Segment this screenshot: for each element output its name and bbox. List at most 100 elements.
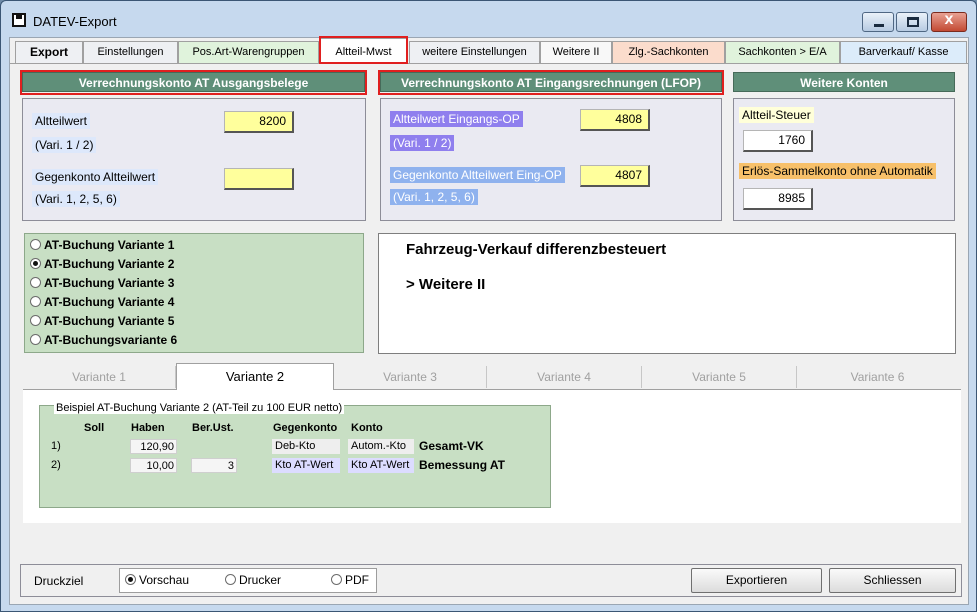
- col-gegenkonto: Gegenkonto: [273, 422, 338, 434]
- example-title: Beispiel AT-Buchung Variante 2 (AT-Teil …: [54, 402, 345, 414]
- tab-zlg-sachkonten[interactable]: Zlg.-Sachkonten: [612, 41, 725, 63]
- section-header-weitere: Weitere Konten: [733, 72, 955, 92]
- radio-circle[interactable]: [225, 574, 236, 585]
- radio-variante-1[interactable]: AT-Buchung Variante 1: [30, 238, 174, 256]
- radio-variante-5[interactable]: AT-Buchung Variante 5: [30, 314, 174, 332]
- label-gegenkonto-eing-op: Gegenkonto Altteilwert Eing-OP: [390, 167, 565, 183]
- panel-eingang: Altteilwert Eingangs-OP 4808 (Vari. 1 / …: [380, 98, 722, 221]
- radio-pdf[interactable]: PDF: [331, 573, 369, 591]
- vtab-variante-5[interactable]: Variante 5: [642, 366, 797, 388]
- radio-label: Drucker: [239, 573, 282, 587]
- row-2-note: Bemessung AT: [419, 458, 506, 472]
- maximize-button[interactable]: [896, 12, 928, 32]
- example-booking-panel: Beispiel AT-Buchung Variante 2 (AT-Teil …: [39, 402, 551, 508]
- client-area: Export Einstellungen Pos.Art-Warengruppe…: [9, 36, 969, 605]
- radio-circle[interactable]: [30, 296, 41, 307]
- radio-label: AT-Buchung Variante 1: [44, 238, 175, 252]
- tab-pos-art-warengruppen[interactable]: Pos.Art-Warengruppen: [178, 41, 319, 63]
- label-altteilwert-eingangs-op: Altteilwert Eingangs-OP: [390, 111, 523, 127]
- radio-circle[interactable]: [30, 334, 41, 345]
- erloes-sammelkonto-input[interactable]: 8985: [743, 188, 813, 210]
- bottom-bar: Druckziel Vorschau Drucker PDF Exportier…: [20, 564, 962, 597]
- row-1-haben: 120,90: [130, 439, 177, 454]
- radio-variante-6[interactable]: AT-Buchungsvariante 6: [30, 333, 177, 351]
- label-gegenkonto-altteilwert: Gegenkonto Altteilwert: [32, 169, 159, 185]
- maximize-icon: [907, 17, 919, 27]
- col-soll: Soll: [84, 422, 105, 434]
- row-2-gegenkonto: Kto AT-Wert: [272, 458, 340, 473]
- radio-label: AT-Buchung Variante 5: [44, 314, 175, 328]
- altteilwert-input[interactable]: 8200: [224, 111, 294, 133]
- tab-sachkonten-ea[interactable]: Sachkonten > E/A: [725, 41, 840, 63]
- radio-circle[interactable]: [30, 315, 41, 326]
- variant-tab-strip: Variante 1 Variante 2 Variante 3 Variant…: [23, 363, 961, 390]
- radio-circle-checked[interactable]: [125, 574, 136, 585]
- col-ber-ust: Ber.Ust.: [192, 422, 234, 434]
- tab-barverkauf-kasse[interactable]: Barverkauf/ Kasse: [840, 41, 967, 63]
- panel-weitere-konten: Altteil-Steuer 1760 Erlös-Sammelkonto oh…: [733, 98, 955, 221]
- row-1-num: 1): [51, 440, 61, 452]
- radio-label: PDF: [345, 573, 369, 587]
- highlight-frame-eingang: [378, 70, 724, 95]
- app-window: DATEV-Export x Export Einstellungen Pos.…: [0, 0, 977, 612]
- row-1-konto: Autom.-Kto: [348, 439, 414, 454]
- radio-circle[interactable]: [331, 574, 342, 585]
- altteil-steuer-input[interactable]: 1760: [743, 130, 813, 152]
- panel-ausgang: Altteilwert 8200 (Vari. 1 / 2) Gegenkont…: [22, 98, 366, 221]
- tab-strip-border: [10, 63, 968, 64]
- vtab-variante-3[interactable]: Variante 3: [334, 366, 487, 388]
- tab-weitere-ii[interactable]: Weitere II: [540, 41, 612, 63]
- window-title: DATEV-Export: [33, 14, 117, 29]
- radio-circle-checked[interactable]: [30, 258, 41, 269]
- col-haben: Haben: [131, 422, 165, 434]
- radio-circle[interactable]: [30, 239, 41, 250]
- vtab-variante-6[interactable]: Variante 6: [797, 366, 958, 388]
- row-2-haben: 10,00: [130, 458, 177, 473]
- radio-variante-3[interactable]: AT-Buchung Variante 3: [30, 276, 174, 294]
- row-2-konto: Kto AT-Wert: [348, 458, 414, 473]
- radio-label: Vorschau: [139, 573, 190, 587]
- druckziel-label: Druckziel: [34, 574, 84, 588]
- altteilwert-eingangs-op-input[interactable]: 4808: [580, 109, 650, 131]
- vtab-variante-4[interactable]: Variante 4: [487, 366, 642, 388]
- row-2-berust: 3: [191, 458, 237, 473]
- radio-variante-2[interactable]: AT-Buchung Variante 2: [30, 257, 174, 275]
- gegenkonto-altteilwert-input[interactable]: [224, 168, 294, 190]
- tab-weitere-einstellungen[interactable]: weitere Einstellungen: [409, 41, 540, 63]
- vtab-variante-2[interactable]: Variante 2: [176, 363, 334, 390]
- highlight-frame-ausgang: [20, 70, 367, 95]
- radio-circle[interactable]: [30, 277, 41, 288]
- label-eingang-vari-1-2: (Vari. 1 / 2): [390, 135, 455, 151]
- title-bar[interactable]: DATEV-Export x: [1, 1, 976, 37]
- close-window-button[interactable]: x: [931, 11, 967, 32]
- close-icon: x: [944, 11, 954, 28]
- minimize-button[interactable]: [862, 12, 894, 32]
- tab-einstellungen[interactable]: Einstellungen: [83, 41, 178, 63]
- radio-vorschau[interactable]: Vorschau: [125, 573, 189, 591]
- radio-label: AT-Buchungsvariante 6: [44, 333, 178, 347]
- tab-export[interactable]: Export: [15, 41, 83, 63]
- label-altteil-steuer: Altteil-Steuer: [739, 107, 814, 123]
- close-button[interactable]: Schliessen: [829, 568, 956, 593]
- radio-label: AT-Buchung Variante 3: [44, 276, 175, 290]
- col-konto: Konto: [351, 422, 383, 434]
- label-erloes-sammelkonto: Erlös-Sammelkonto ohne Automatik: [739, 163, 936, 179]
- description-box: Fahrzeug-Verkauf differenzbesteuert > We…: [378, 233, 956, 354]
- row-1-note: Gesamt-VK: [419, 439, 484, 453]
- minimize-icon: [874, 24, 884, 27]
- label-eingang-vari-1-2-5-6: (Vari. 1, 2, 5, 6): [390, 189, 478, 205]
- label-vari-1-2-5-6: (Vari. 1, 2, 5, 6): [32, 191, 120, 207]
- vtab-variante-1[interactable]: Variante 1: [23, 366, 176, 388]
- label-vari-1-2: (Vari. 1 / 2): [32, 137, 97, 153]
- row-1-gegenkonto: Deb-Kto: [272, 439, 340, 454]
- label-altteilwert: Altteilwert: [32, 113, 91, 129]
- radio-variante-4[interactable]: AT-Buchung Variante 4: [30, 295, 174, 313]
- radio-label: AT-Buchung Variante 4: [44, 295, 175, 309]
- radio-drucker[interactable]: Drucker: [225, 573, 281, 591]
- floppy-disk-icon: [12, 13, 26, 27]
- description-line-1: Fahrzeug-Verkauf differenzbesteuert: [406, 241, 667, 258]
- gegenkonto-eing-op-input[interactable]: 4807: [580, 165, 650, 187]
- row-2-num: 2): [51, 459, 61, 471]
- variant-radio-group: AT-Buchung Variante 1 AT-Buchung Variant…: [24, 233, 364, 353]
- export-button[interactable]: Exportieren: [691, 568, 822, 593]
